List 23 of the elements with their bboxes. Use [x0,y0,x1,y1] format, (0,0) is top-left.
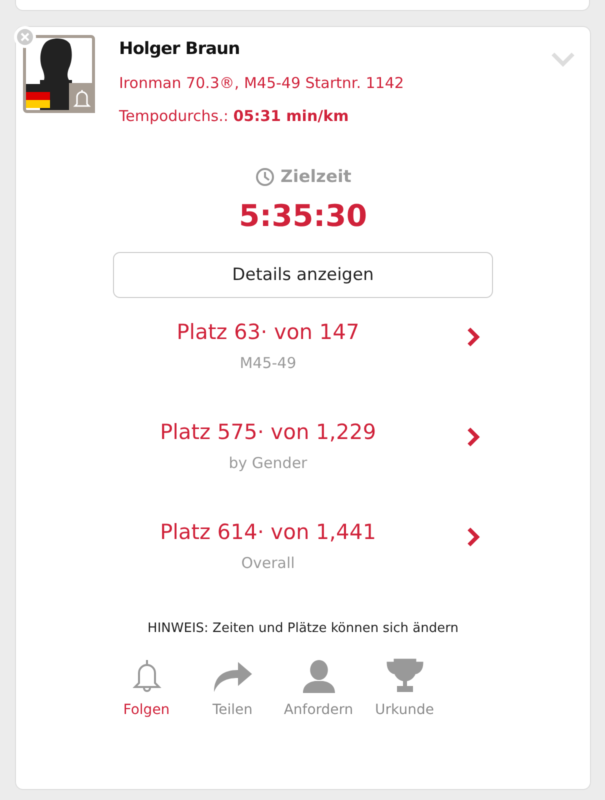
rank-category: Overall [241,554,295,572]
athlete-name: Holger Braun [119,39,241,59]
rank-category: by Gender [228,454,308,472]
chevron-right-icon[interactable] [466,426,480,448]
rank-category: M45-49 [240,354,296,372]
action-button[interactable]: Anfordern [280,656,358,718]
details-button[interactable]: Details anzeigen [113,252,493,298]
pace-text: Tempodurchs.: 05:31 min/km [119,107,350,125]
clock-icon [254,167,275,187]
action-button[interactable]: Folgen [108,656,186,718]
chevron-right-icon[interactable] [466,526,480,548]
rank-text[interactable]: Platz 575· von 1,229 [160,420,376,444]
finish-time: 5:35:30 [238,199,368,234]
flag-icon [26,84,50,108]
rank-text[interactable]: Platz 614· von 1,441 [160,520,376,544]
note-text: HINWEIS: Zeiten und Plätze können sich ändern [148,621,458,636]
bell-icon[interactable] [69,83,95,113]
rank-text[interactable]: Platz 63· von 147 [176,320,360,344]
action-button[interactable]: Urkunde [366,656,444,718]
race-info: Ironman 70.3®, M45-49 Startnr. 1142 [119,74,404,92]
action-button[interactable]: Teilen [194,656,272,718]
chevron-right-icon[interactable] [466,326,480,348]
finish-label: Zielzeit [280,167,352,187]
